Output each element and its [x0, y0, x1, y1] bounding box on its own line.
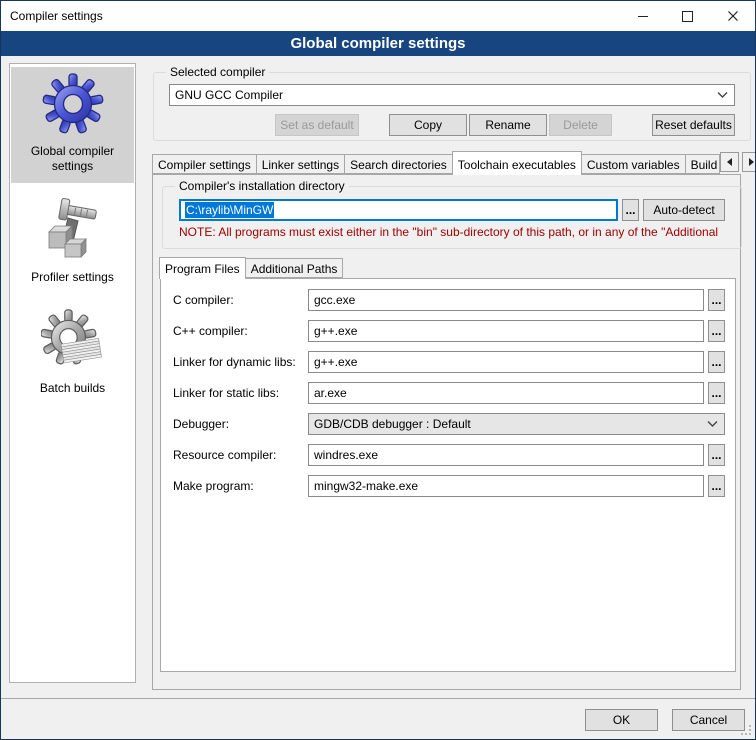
tab-toolchain-executables[interactable]: Toolchain executables [452, 151, 582, 175]
auto-detect-button[interactable]: Auto-detect [643, 199, 725, 221]
debugger-select[interactable]: GDB/CDB debugger : Default [308, 413, 725, 435]
tabs-scroll-left-button[interactable] [720, 152, 739, 172]
toolchain-executables-page: Compiler's installation directory C:\ray… [152, 174, 741, 690]
dialog-header-title: Global compiler settings [290, 35, 465, 52]
sidebar-item-label: Profiler settings [31, 270, 114, 285]
field-row-make-program: Make program: ... [173, 475, 725, 497]
close-button[interactable] [710, 1, 755, 31]
compiler-settings-window: Compiler settings Global compiler settin… [0, 0, 756, 740]
tab-build-options[interactable]: Build options [686, 154, 720, 174]
minimize-icon [638, 16, 648, 17]
field-label: C++ compiler: [173, 324, 308, 338]
window-controls [620, 1, 755, 31]
field-row-c-compiler: C compiler: ... [173, 289, 725, 311]
field-row-debugger: Debugger: GDB/CDB debugger : Default [173, 413, 725, 435]
chevron-down-icon [717, 92, 728, 98]
installation-directory-value: C:\raylib\MinGW [185, 202, 274, 218]
browse-dynamic-linker-button[interactable]: ... [708, 351, 725, 373]
field-row-dynamic-linker: Linker for dynamic libs: ... [173, 351, 725, 373]
reset-defaults-button[interactable]: Reset defaults [652, 114, 735, 136]
ok-button[interactable]: OK [585, 709, 658, 731]
browse-static-linker-button[interactable]: ... [708, 382, 725, 404]
program-files-page: C compiler: ... C++ compiler: ... Linker… [160, 278, 736, 672]
installation-directory-input[interactable]: C:\raylib\MinGW [179, 199, 618, 221]
note-text: NOTE: All programs must exist either in … [179, 225, 725, 239]
sidebar-item-label: Batch builds [40, 381, 105, 396]
minimize-button[interactable] [620, 1, 665, 31]
triangle-left-icon [727, 158, 732, 166]
sidebar-item-label: Global compiler settings [13, 144, 132, 174]
tab-linker-settings[interactable]: Linker settings [257, 154, 345, 174]
titlebar[interactable]: Compiler settings [1, 1, 755, 31]
compiler-settings-tabs: Compiler settings Linker settings Search… [152, 151, 741, 175]
sidebar-item-global-compiler-settings[interactable]: Global compiler settings [11, 67, 134, 183]
field-row-resource-compiler: Resource compiler: ... [173, 444, 725, 466]
field-label: Linker for static libs: [173, 386, 308, 400]
field-row-cpp-compiler: C++ compiler: ... [173, 320, 725, 342]
program-files-tabs: Program Files Additional Paths [160, 257, 343, 279]
installation-directory-legend: Compiler's installation directory [175, 179, 349, 193]
resource-compiler-input[interactable] [308, 444, 704, 466]
c-compiler-input[interactable] [308, 289, 704, 311]
maximize-icon [682, 11, 693, 22]
debugger-select-value: GDB/CDB debugger : Default [314, 417, 471, 431]
rename-button[interactable]: Rename [469, 114, 547, 136]
maximize-button[interactable] [665, 1, 710, 31]
make-program-input[interactable] [308, 475, 704, 497]
field-label: Linker for dynamic libs: [173, 355, 308, 369]
cancel-button[interactable]: Cancel [672, 709, 745, 731]
caliper-icon [41, 198, 105, 262]
compiler-select-value: GNU GCC Compiler [175, 88, 283, 102]
resize-grip[interactable] [741, 725, 752, 736]
tab-compiler-settings[interactable]: Compiler settings [152, 154, 257, 174]
selected-compiler-group: Selected compiler GNU GCC Compiler Set a… [153, 65, 751, 141]
set-as-default-button[interactable]: Set as default [275, 114, 359, 136]
window-title: Compiler settings [10, 9, 103, 23]
cpp-compiler-input[interactable] [308, 320, 704, 342]
sidebar-item-profiler-settings[interactable]: Profiler settings [11, 193, 134, 294]
browse-c-compiler-button[interactable]: ... [708, 289, 725, 311]
browse-cpp-compiler-button[interactable]: ... [708, 320, 725, 342]
tab-additional-paths[interactable]: Additional Paths [246, 258, 344, 278]
tab-search-directories[interactable]: Search directories [345, 154, 453, 174]
tab-program-files[interactable]: Program Files [159, 257, 246, 279]
sidebar-item-batch-builds[interactable]: Batch builds [11, 304, 134, 405]
delete-button[interactable]: Delete [549, 114, 612, 136]
field-label: Make program: [173, 479, 308, 493]
field-label: Resource compiler: [173, 448, 308, 462]
close-icon [728, 11, 738, 21]
tab-custom-variables[interactable]: Custom variables [582, 154, 686, 174]
triangle-right-icon [749, 158, 754, 166]
blue-gear-icon [41, 72, 105, 136]
gray-gear-stack-icon [41, 309, 105, 373]
installation-directory-group: Compiler's installation directory C:\ray… [162, 179, 742, 249]
browse-directory-button[interactable]: ... [622, 199, 639, 221]
settings-category-list: Global compiler settings [9, 63, 136, 683]
compiler-actions: Set as default Copy Rename Delete Reset … [169, 114, 735, 136]
field-row-static-linker: Linker for static libs: ... [173, 382, 725, 404]
static-linker-input[interactable] [308, 382, 704, 404]
dynamic-linker-input[interactable] [308, 351, 704, 373]
compiler-select[interactable]: GNU GCC Compiler [169, 84, 735, 106]
browse-resource-compiler-button[interactable]: ... [708, 444, 725, 466]
browse-make-program-button[interactable]: ... [708, 475, 725, 497]
field-label: Debugger: [173, 417, 308, 431]
footer-divider [1, 698, 755, 699]
selected-compiler-legend: Selected compiler [166, 65, 269, 79]
tabs-scroll-right-button[interactable] [742, 152, 756, 172]
dialog-header: Global compiler settings [1, 31, 755, 56]
field-label: C compiler: [173, 293, 308, 307]
tab-scroll-buttons [720, 152, 756, 172]
copy-button[interactable]: Copy [389, 114, 467, 136]
chevron-down-icon [707, 421, 718, 427]
